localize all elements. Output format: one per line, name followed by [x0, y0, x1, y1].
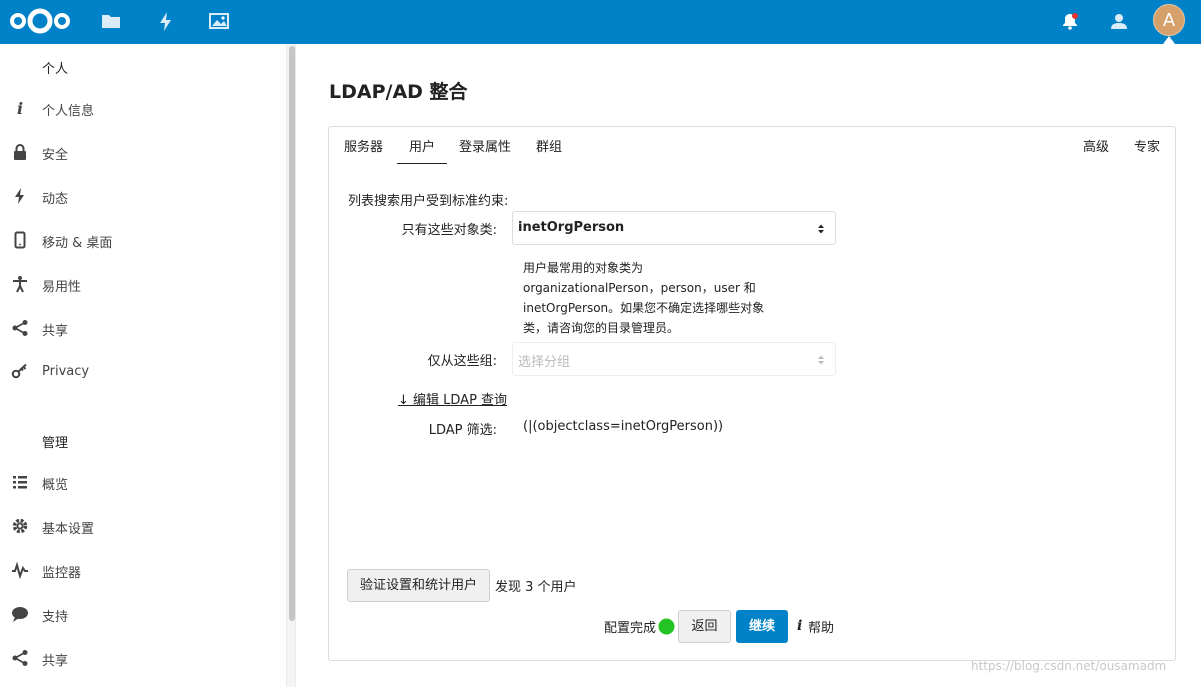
groups-placeholder: 选择分组 [518, 355, 571, 370]
top-header: A [0, 0, 1201, 44]
groups-label: 仅从这些组: [427, 354, 497, 369]
tab-groups[interactable]: 群组 [536, 136, 562, 163]
sidebar-item-privacy[interactable]: Privacy [0, 350, 284, 394]
sidebar-item-label: 基本设置 [42, 522, 95, 537]
config-status-label: 配置完成 [604, 621, 657, 636]
files-folder-icon[interactable] [100, 10, 122, 32]
sidebar-item-accessibility[interactable]: 易用性 [0, 262, 284, 306]
svg-text:i: i [17, 99, 23, 117]
sidebar-scrollbar[interactable] [286, 44, 296, 687]
select-arrows-icon [818, 224, 824, 234]
ldap-filter-label: LDAP 筛选: [428, 423, 497, 438]
notifications-bell-icon[interactable] [1059, 10, 1081, 32]
gallery-image-icon[interactable] [208, 10, 230, 32]
scrollbar-thumb[interactable] [289, 46, 295, 621]
sidebar-item-label: 移动 & 桌面 [42, 236, 113, 251]
ldap-filter-value: (|(objectclass=inetOrgPerson)) [523, 419, 724, 434]
comment-icon [12, 607, 28, 622]
help-link[interactable]: 帮助 [808, 617, 834, 636]
sidebar-item-label: 支持 [42, 610, 69, 625]
select-arrows-icon [818, 355, 824, 365]
sidebar-item-label: 安全 [42, 148, 69, 163]
info-icon: i [17, 99, 23, 117]
sidebar-item-label: 共享 [42, 654, 69, 669]
groups-select[interactable]: 选择分组 [512, 342, 836, 376]
key-icon [11, 363, 27, 379]
sidebar-item-security[interactable]: 安全 [0, 130, 284, 174]
section-heading-admin: 管理 [42, 436, 69, 451]
criteria-intro: 列表搜索用户受到标准约束: [348, 194, 509, 209]
ldap-wizard-panel: 服务器 用户 登录属性 群组 高级 专家 列表搜索用户受到标准约束: 只有这些对… [328, 126, 1176, 661]
sidebar-item-label: 概览 [42, 478, 69, 493]
nextcloud-logo[interactable] [8, 6, 72, 36]
sidebar-item-basic-settings[interactable]: 基本设置 [0, 504, 284, 548]
sidebar-item-activity[interactable]: 动态 [0, 174, 284, 218]
pulse-icon [12, 561, 28, 579]
sidebar-item-sharing-admin[interactable]: 共享 [0, 636, 284, 680]
help-info-icon[interactable]: i [795, 617, 805, 633]
tab-advanced[interactable]: 高级 [1083, 136, 1109, 163]
sidebar-item-monitoring[interactable]: 监控器 [0, 548, 284, 592]
sidebar-item-label: 共享 [42, 324, 69, 339]
accessibility-icon [13, 276, 27, 293]
found-users-count: 发现 3 个用户 [495, 580, 577, 595]
lightning-icon [15, 188, 24, 204]
tab-expert[interactable]: 专家 [1134, 136, 1160, 163]
phone-icon [14, 231, 26, 249]
object-class-value: inetOrgPerson [518, 220, 625, 235]
watermark: https://blog.csdn.net/ousamadm [971, 659, 1167, 673]
contacts-icon[interactable] [1108, 10, 1130, 32]
list-icon [13, 476, 27, 489]
lock-icon [14, 144, 26, 160]
object-class-label: 只有这些对象类: [401, 223, 497, 238]
sidebar-item-label: Privacy [42, 364, 90, 379]
verify-settings-button[interactable]: 验证设置和统计用户 [347, 569, 490, 602]
settings-sidebar: 个人 i 个人信息 安全 动态 移动 & 桌面 易用性 共享 Privacy 管… [0, 44, 284, 687]
sidebar-item-label: 个人信息 [42, 104, 95, 119]
object-class-help-text: 用户最常用的对象类为 organizationalPerson，person，u… [523, 261, 765, 335]
tab-server[interactable]: 服务器 [344, 136, 383, 163]
gear-icon [12, 518, 28, 534]
section-heading-personal: 个人 [42, 62, 69, 77]
sidebar-item-support[interactable]: 支持 [0, 592, 284, 636]
menu-caret [1163, 36, 1175, 44]
share-icon [12, 650, 28, 666]
sidebar-item-label: 监控器 [42, 566, 82, 581]
sidebar-item-mobile-desktop[interactable]: 移动 & 桌面 [0, 218, 284, 262]
share-icon [12, 320, 28, 336]
sidebar-item-personal-info[interactable]: i 个人信息 [0, 86, 284, 130]
sidebar-item-label: 易用性 [42, 280, 82, 295]
sidebar-item-overview[interactable]: 概览 [0, 460, 284, 504]
back-button[interactable]: 返回 [678, 610, 731, 643]
svg-text:i: i [797, 618, 802, 633]
edit-ldap-query-link[interactable]: ↓ 编辑 LDAP 查询 [398, 389, 507, 408]
sidebar-item-label: 动态 [42, 192, 69, 207]
activity-lightning-icon[interactable] [155, 10, 177, 32]
status-indicator-dot [658, 618, 675, 635]
user-avatar[interactable]: A [1153, 4, 1185, 36]
object-class-select[interactable]: inetOrgPerson [512, 211, 836, 245]
page-title: LDAP/AD 整合 [329, 81, 468, 103]
continue-button[interactable]: 继续 [736, 610, 788, 643]
tab-login-attributes[interactable]: 登录属性 [459, 136, 511, 163]
sidebar-item-sharing-personal[interactable]: 共享 [0, 306, 284, 350]
tab-users[interactable]: 用户 [397, 136, 448, 164]
